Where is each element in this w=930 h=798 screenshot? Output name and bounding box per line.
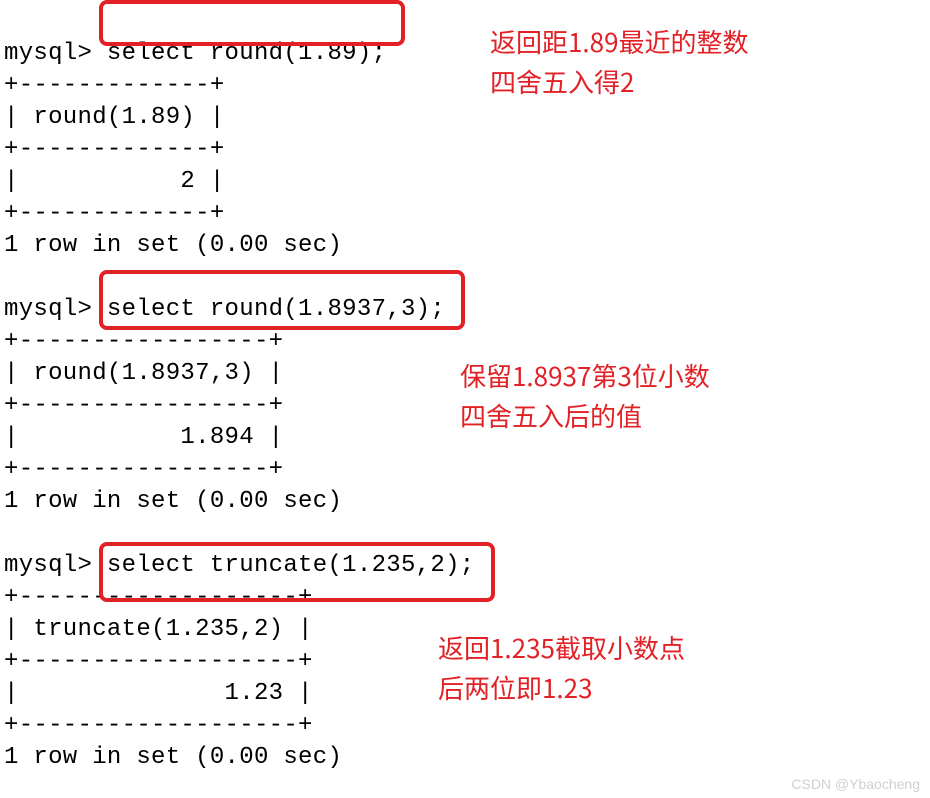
- table-border: +-------------------+: [4, 648, 313, 675]
- result-footer: 1 row in set (0.00 sec): [4, 488, 342, 515]
- annotation-1: 返回距1.89最近的整数 四舍五入得2: [490, 22, 749, 102]
- table-border: +-----------------+: [4, 328, 283, 355]
- table-header: | truncate(1.235,2) |: [4, 616, 313, 643]
- blank-line: [4, 264, 19, 291]
- table-border: +-------------------+: [4, 712, 313, 739]
- table-border: +-------------------+: [4, 584, 313, 611]
- table-border: +-------------+: [4, 72, 225, 99]
- table-value: | 2 |: [4, 168, 225, 195]
- watermark: CSDN @Ybaocheng: [791, 776, 920, 792]
- sql-command: select round(1.8937,3);: [92, 296, 445, 323]
- annotation-line: 返回距1.89最近的整数: [490, 23, 749, 60]
- prompt: mysql>: [4, 552, 92, 579]
- annotation-line: 四舍五入得2: [490, 63, 634, 100]
- annotation-2: 保留1.8937第3位小数 四舍五入后的值: [460, 356, 710, 436]
- table-border: +-----------------+: [4, 392, 283, 419]
- prompt: mysql>: [4, 296, 92, 323]
- table-header: | round(1.89) |: [4, 104, 225, 131]
- table-border: +-----------------+: [4, 456, 283, 483]
- table-border: +-------------+: [4, 200, 225, 227]
- table-border: +-------------+: [4, 136, 225, 163]
- sql-command: select round(1.89);: [92, 40, 386, 67]
- annotation-line: 保留1.8937第3位小数: [460, 357, 710, 394]
- annotation-3: 返回1.235截取小数点 后两位即1.23: [438, 628, 685, 708]
- table-header: | round(1.8937,3) |: [4, 360, 283, 387]
- prompt: mysql>: [4, 40, 92, 67]
- annotation-line: 四舍五入后的值: [460, 397, 642, 434]
- annotation-line: 后两位即1.23: [438, 669, 593, 706]
- result-footer: 1 row in set (0.00 sec): [4, 232, 342, 259]
- result-footer: 1 row in set (0.00 sec): [4, 744, 342, 771]
- table-value: | 1.894 |: [4, 424, 283, 451]
- annotation-line: 返回1.235截取小数点: [438, 629, 685, 666]
- table-value: | 1.23 |: [4, 680, 313, 707]
- sql-command: select truncate(1.235,2);: [92, 552, 474, 579]
- blank-line: [4, 520, 19, 547]
